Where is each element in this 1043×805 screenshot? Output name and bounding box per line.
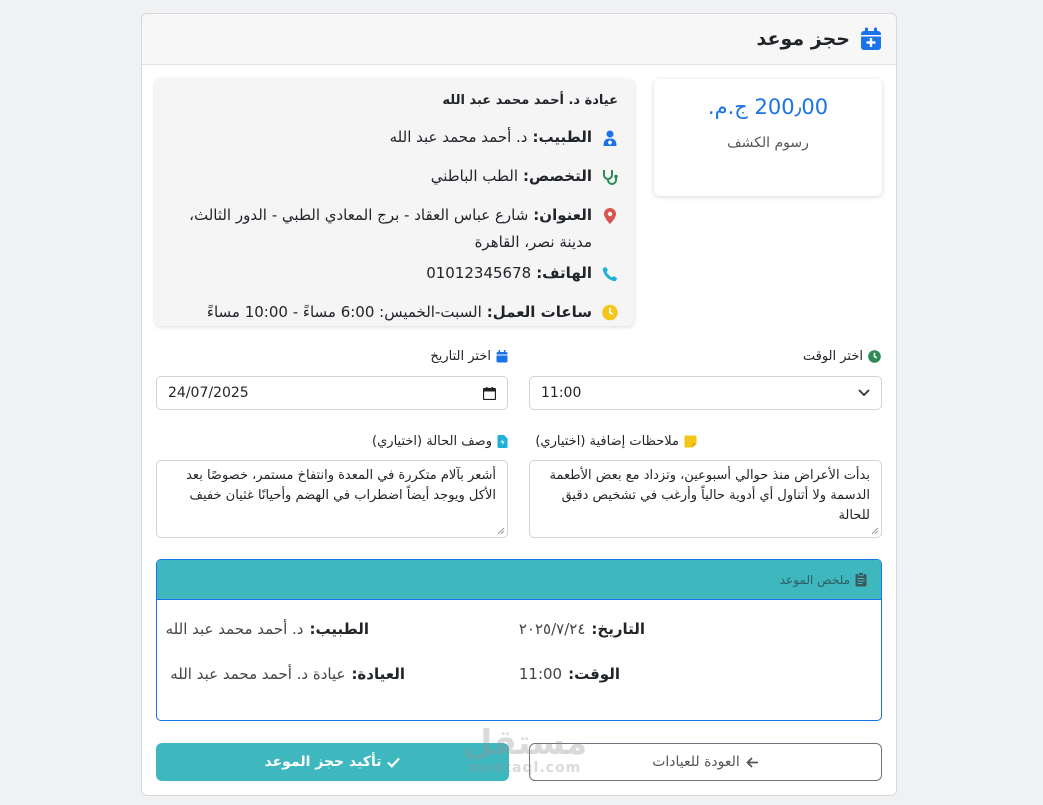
resize-handle-icon[interactable] [497, 527, 505, 535]
phone-value: 01012345678 [426, 264, 532, 282]
date-input[interactable]: 24/07/2025 [156, 376, 508, 410]
specialty-value: الطب الباطني [430, 167, 519, 185]
desc-label: وصف الحالة (اختياري) [372, 434, 508, 449]
time-clock-icon [868, 350, 881, 363]
clinic-name: عيادة د. أحمد محمد عبد الله [442, 93, 618, 108]
address-row: العنوان:شارع عباس العقاد - برج المعادي ا… [171, 202, 618, 256]
date-picker-icon[interactable] [483, 386, 496, 400]
description-text: أشعر بآلام متكررة في المعدة وانتفاخ مستم… [186, 468, 496, 503]
time-select[interactable]: 11:00 [529, 376, 882, 410]
hours-value: السبت-الخميس: 6:00 مساءً - 10:00 مساءً [206, 303, 482, 321]
clinic-info-panel: عيادة د. أحمد محمد عبد الله الطبيب:د. أح… [155, 79, 634, 326]
hours-row: ساعات العمل:السبت-الخميس: 6:00 مساءً - 1… [171, 299, 618, 326]
doctor-row: الطبيب:د. أحمد محمد عبد الله [171, 124, 618, 151]
phone-label: الهاتف: [536, 264, 592, 282]
confirm-label: تأكيد حجز الموعد [264, 754, 382, 770]
notes-textarea[interactable]: بدأت الأعراض منذ حوالي أسبوعين، وتزداد م… [529, 460, 882, 538]
arrow-left-icon [746, 756, 759, 768]
notes-text: بدأت الأعراض منذ حوالي أسبوعين، وتزداد م… [549, 468, 870, 523]
fee-panel: 200٫00 ج.م. رسوم الكشف [654, 79, 882, 196]
check-icon [387, 757, 401, 768]
summary-doctor: الطبيب:د. أحمد محمد عبد الله [165, 620, 369, 638]
fee-amount: 200٫00 ج.م. [707, 95, 829, 119]
summary-time: الوقت:11:00 [518, 665, 620, 683]
calendar-icon [496, 350, 508, 363]
sticky-note-icon [684, 435, 697, 448]
resize-handle-icon[interactable] [871, 527, 879, 535]
clock-icon [602, 299, 618, 326]
back-to-clinics-button[interactable]: العودة للعيادات [529, 743, 882, 781]
notes-label: ملاحظات إضافية (اختياري) [535, 434, 697, 449]
address-label: العنوان: [533, 206, 592, 224]
date-label: اختر التاريخ [430, 349, 508, 364]
time-value: 11:00 [541, 385, 582, 401]
summary-title: ملخص الموعد [779, 572, 850, 587]
phone-icon [602, 260, 618, 287]
page-title: حجز موعد [756, 28, 850, 50]
summary-date: التاريخ:٢٠٢٥/٧/٢٤ [518, 620, 645, 638]
calendar-plus-icon [861, 27, 881, 50]
summary-clinic: العيادة:عيادة د. أحمد محمد عبد الله [170, 665, 405, 683]
clipboard-icon [855, 572, 867, 587]
booking-card: حجز موعد عيادة د. أحمد محمد عبد الله الط… [141, 13, 897, 796]
specialty-label: التخصص: [523, 167, 592, 185]
description-textarea[interactable]: أشعر بآلام متكررة في المعدة وانتفاخ مستم… [156, 460, 508, 538]
summary-header: ملخص الموعد [157, 560, 881, 600]
chevron-down-icon [858, 389, 870, 397]
confirm-booking-button[interactable]: تأكيد حجز الموعد [156, 743, 509, 781]
hours-label: ساعات العمل: [486, 303, 592, 321]
appointment-summary: ملخص الموعد التاريخ:٢٠٢٥/٧/٢٤ الطبيب:د. … [156, 559, 882, 721]
specialty-row: التخصص:الطب الباطني [171, 163, 618, 190]
file-medical-icon [497, 435, 508, 448]
address-line2: مدينة نصر، القاهرة [474, 233, 592, 251]
card-header: حجز موعد [142, 14, 896, 65]
time-label: اختر الوقت [803, 349, 881, 364]
doctor-value: د. أحمد محمد عبد الله [389, 128, 528, 146]
phone-row: الهاتف:01012345678 [171, 260, 618, 287]
date-value: 24/07/2025 [168, 385, 249, 401]
back-label: العودة للعيادات [652, 754, 740, 770]
doctor-label: الطبيب: [532, 128, 592, 146]
location-pin-icon [602, 202, 618, 229]
doctor-icon [602, 124, 618, 151]
address-value: شارع عباس العقاد - برج المعادي الطبي - ا… [189, 206, 529, 224]
stethoscope-icon [602, 163, 618, 190]
fee-label: رسوم الكشف [727, 135, 809, 151]
